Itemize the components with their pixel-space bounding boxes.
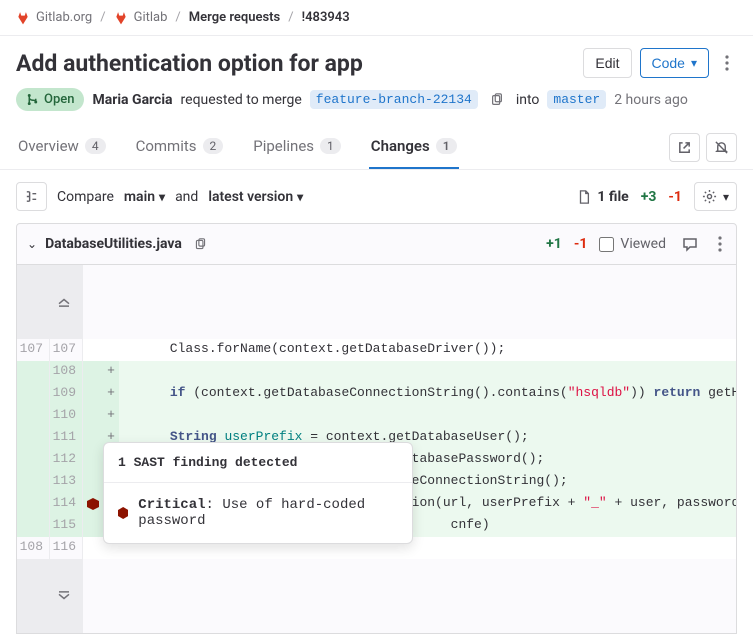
- gitlab-icon: [114, 11, 128, 25]
- author-name[interactable]: Maria Garcia: [92, 92, 172, 108]
- tab-commits-count: 2: [203, 138, 224, 154]
- notifications-button[interactable]: [706, 133, 737, 162]
- compare-conj: and: [175, 189, 198, 205]
- bell-off-icon: [714, 140, 729, 155]
- compare-base-dropdown[interactable]: main▾: [124, 189, 165, 205]
- breadcrumb-project[interactable]: Gitlab: [114, 10, 168, 25]
- sast-severity: Critical: [138, 497, 205, 513]
- chevron-down-icon: ▾: [723, 190, 729, 204]
- tab-pipelines[interactable]: Pipelines 1: [251, 125, 343, 169]
- breadcrumb-mr-id[interactable]: !483943: [302, 10, 350, 25]
- diff-line[interactable]: 108+: [17, 361, 736, 383]
- lines-removed: -1: [668, 189, 682, 205]
- sast-heading: 1 SAST finding detected: [104, 443, 412, 483]
- file-tree-toggle[interactable]: [16, 182, 47, 211]
- tab-pipelines-count: 1: [320, 138, 341, 154]
- diff-settings-button[interactable]: ▾: [694, 182, 737, 211]
- tab-changes-count: 1: [436, 138, 457, 154]
- page-title: Add authentication option for app: [16, 50, 363, 77]
- tab-commits[interactable]: Commits 2: [134, 125, 226, 169]
- kebab-icon: [718, 236, 722, 252]
- kebab-menu-button[interactable]: [717, 48, 737, 78]
- diff-view: 107107 Class.forName(context.getDatabase…: [16, 265, 737, 634]
- breadcrumb-section[interactable]: Merge requests: [189, 10, 280, 25]
- viewed-checkbox[interactable]: Viewed: [599, 236, 666, 252]
- into-label: into: [516, 92, 540, 108]
- external-icon: [677, 140, 692, 155]
- edit-button[interactable]: Edit: [583, 48, 631, 78]
- gitlab-icon: [16, 11, 30, 25]
- status-badge: Open: [16, 88, 84, 111]
- copy-icon: [490, 93, 504, 107]
- file-added: +1: [546, 236, 562, 252]
- comment-icon: [682, 236, 698, 252]
- severity-icon: [118, 507, 128, 519]
- diff-line[interactable]: 107107 Class.forName(context.getDatabase…: [17, 339, 736, 361]
- file-icon: [577, 190, 591, 204]
- tab-overview-count: 4: [85, 138, 106, 154]
- expand-down-row[interactable]: [17, 559, 736, 633]
- finding-marker-icon[interactable]: [87, 498, 99, 510]
- diff-line[interactable]: 109+ if (context.getDatabaseConnectionSt…: [17, 383, 736, 405]
- breadcrumb: Gitlab.org / Gitlab / Merge requests / !…: [0, 0, 753, 36]
- merge-icon: [26, 93, 39, 106]
- compare-version-dropdown[interactable]: latest version▾: [208, 189, 303, 205]
- external-link-button[interactable]: [669, 133, 700, 162]
- lines-added: +3: [641, 189, 657, 205]
- tab-changes[interactable]: Changes 1: [369, 125, 459, 169]
- file-menu-button[interactable]: [714, 234, 726, 254]
- copy-path-button[interactable]: [190, 236, 211, 253]
- collapse-file-toggle[interactable]: ⌄: [27, 237, 37, 251]
- file-removed: -1: [574, 236, 588, 252]
- sast-popover: 1 SAST finding detected Critical: Use of…: [103, 442, 413, 544]
- tab-overview[interactable]: Overview 4: [16, 125, 108, 169]
- kebab-icon: [725, 55, 729, 71]
- breadcrumb-org[interactable]: Gitlab.org: [16, 10, 92, 25]
- diff-line[interactable]: 110+: [17, 405, 736, 427]
- chevron-down-icon: ▾: [691, 56, 697, 70]
- copy-icon: [194, 238, 207, 251]
- source-branch[interactable]: feature-branch-22134: [310, 90, 478, 109]
- tree-icon: [24, 189, 39, 204]
- comment-button[interactable]: [678, 234, 702, 254]
- file-name[interactable]: DatabaseUtilities.java: [45, 236, 182, 252]
- expand-up-row[interactable]: [17, 265, 736, 339]
- expand-up-icon: [57, 297, 71, 307]
- expand-down-icon: [57, 591, 71, 601]
- file-count: 1 file: [577, 189, 628, 205]
- target-branch[interactable]: master: [547, 90, 606, 109]
- gear-icon: [702, 189, 717, 204]
- code-button[interactable]: Code ▾: [640, 48, 710, 78]
- timestamp: 2 hours ago: [614, 92, 688, 108]
- compare-label: Compare: [57, 189, 114, 205]
- merge-verb: requested to merge: [181, 92, 302, 108]
- copy-branch-button[interactable]: [486, 91, 508, 109]
